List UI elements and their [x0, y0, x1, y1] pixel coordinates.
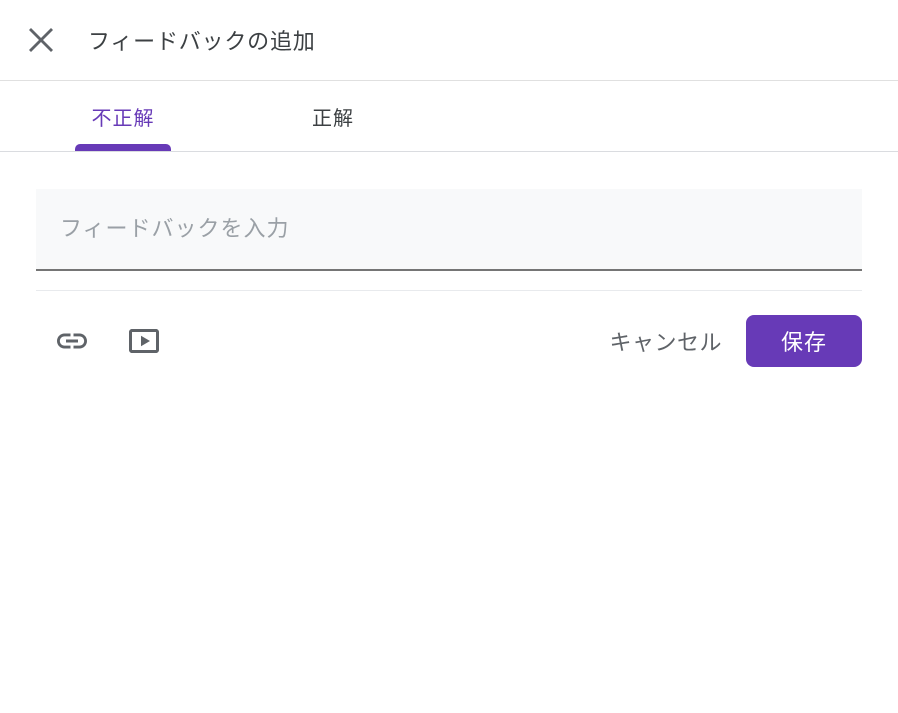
separator-line [36, 290, 862, 291]
active-tab-indicator [75, 144, 171, 151]
dialog-header: フィードバックの追加 [0, 0, 898, 81]
feedback-input[interactable] [36, 189, 862, 271]
tab-incorrect-label: 不正解 [92, 102, 155, 131]
actions-row: キャンセル 保存 [36, 315, 862, 367]
insert-link-icon [54, 323, 90, 359]
dialog-title: フィードバックの追加 [88, 24, 316, 56]
save-button[interactable]: 保存 [746, 315, 862, 367]
tab-correct-label: 正解 [312, 102, 354, 131]
close-button[interactable] [28, 27, 54, 53]
tab-incorrect[interactable]: 不正解 [18, 81, 228, 151]
insert-link-button[interactable] [52, 321, 92, 361]
insert-video-icon [126, 323, 162, 359]
cancel-button[interactable]: キャンセル [601, 315, 730, 367]
dialog-body: キャンセル 保存 [0, 152, 898, 367]
tab-bar: 不正解 正解 [0, 81, 898, 152]
tab-correct[interactable]: 正解 [228, 81, 438, 151]
insert-video-button[interactable] [124, 321, 164, 361]
close-icon [28, 27, 54, 53]
